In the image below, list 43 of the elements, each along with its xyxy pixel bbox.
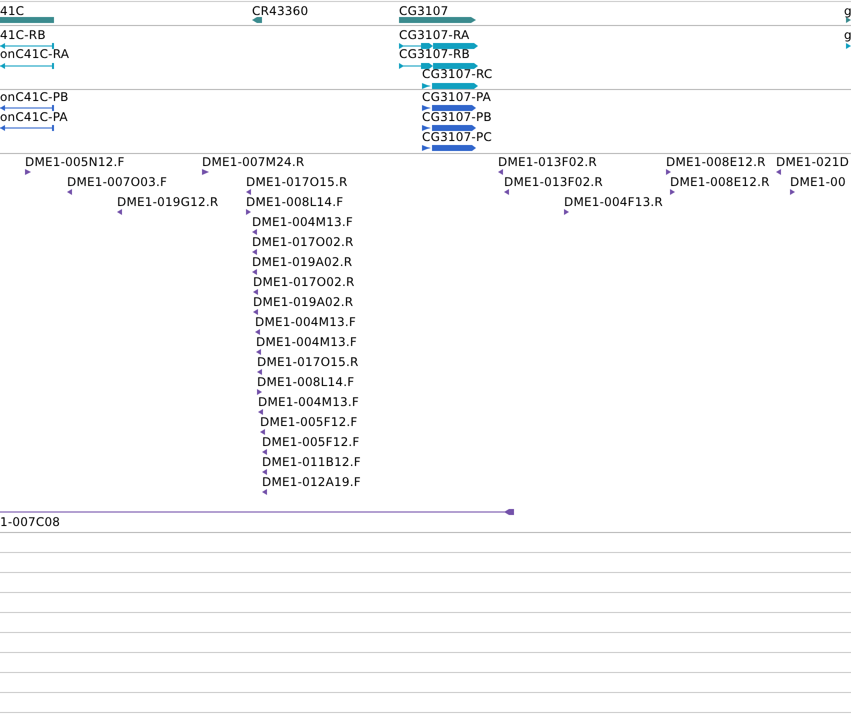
feature-label: DME1-019A02.R	[253, 295, 354, 309]
feature-label: DME1-004F13.R	[564, 195, 663, 209]
feature-label: CG3107	[399, 4, 448, 18]
feature-label: DME1-017O15.R	[257, 355, 359, 369]
feature-label: DME1-005F12.F	[262, 435, 360, 449]
feature-label: DME1-004M13.F	[258, 395, 359, 409]
feature-label: CG3107-RB	[399, 47, 470, 61]
feature-label: DME1-004M13.F	[252, 215, 353, 229]
feature-label: 41C-RB	[0, 28, 46, 42]
feature-label: DME1-012A19.F	[262, 475, 361, 489]
feature-label: DME1-007M24.R	[202, 155, 304, 169]
feature-label: DME1-004M13.F	[256, 335, 357, 349]
feature-label: DME1-017O02.R	[253, 275, 355, 289]
feature-label: DME1-008E12.R	[666, 155, 766, 169]
feature-label: g	[844, 4, 851, 18]
feature-label: DME1-008E12.R	[670, 175, 770, 189]
feature-label: DME1-021D	[776, 155, 850, 169]
feature-label: DME1-017O15.R	[246, 175, 348, 189]
feature-label: DME1-004M13.F	[255, 315, 356, 329]
feature-label: DME1-008L14.F	[257, 375, 354, 389]
feature-label: CR43360	[252, 4, 308, 18]
feature-label: CG3107-PA	[422, 90, 492, 104]
feature-label: CG3107-RA	[399, 28, 470, 42]
feature-label: DME1-00	[790, 175, 846, 189]
feature-label: DME1-017O02.R	[252, 235, 354, 249]
feature-label: CG3107-PB	[422, 110, 492, 124]
feature-label: g	[844, 28, 851, 42]
feature-label: CG3107-PC	[422, 130, 492, 144]
feature-label: DME1-005N12.F	[25, 155, 125, 169]
feature-label: onC41C-PA	[0, 110, 68, 124]
feature-label: DME1-013F02.R	[504, 175, 603, 189]
feature-label: 1-007C08	[0, 515, 60, 529]
feature-label: 41C	[0, 4, 24, 18]
feature-label: CG3107-RC	[422, 67, 492, 81]
feature-label: onC41C-RA	[0, 47, 70, 61]
feature-label: DME1-019A02.R	[252, 255, 352, 269]
feature-label: DME1-008L14.F	[246, 195, 344, 209]
feature-label: DME1-019G12.R	[117, 195, 218, 209]
feature-label: DME1-005F12.F	[260, 415, 358, 429]
feature-label: DME1-007O03.F	[67, 175, 168, 189]
feature-label: onC41C-PB	[0, 90, 69, 104]
feature-label: DME1-011B12.F	[262, 455, 361, 469]
feature-label: DME1-013F02.R	[498, 155, 597, 169]
